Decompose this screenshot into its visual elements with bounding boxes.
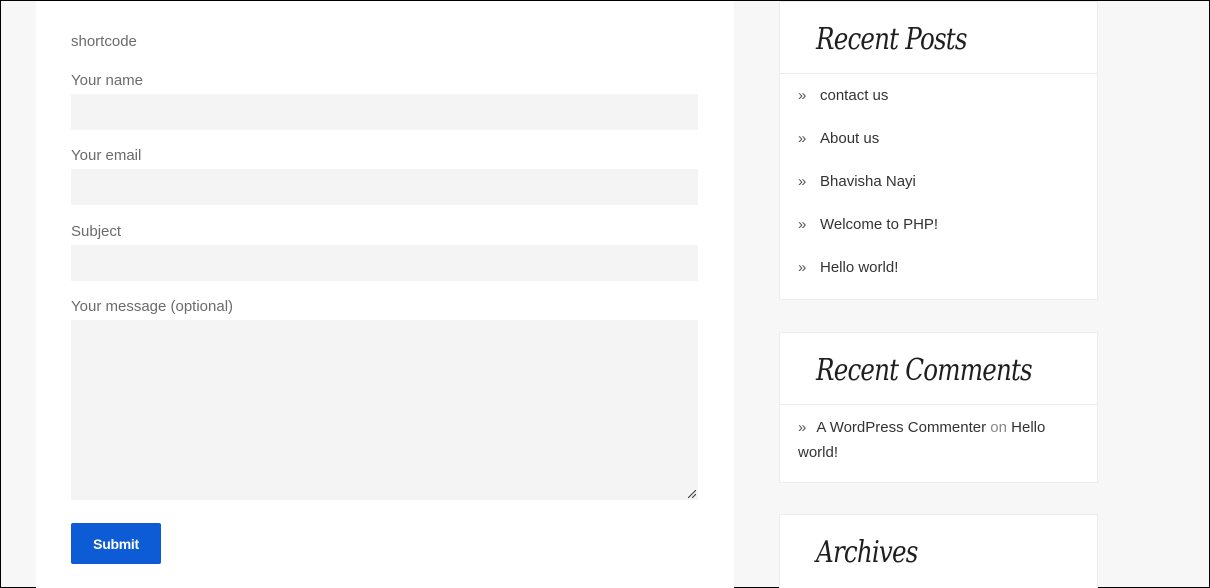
chevron-double-right-icon: »	[798, 130, 807, 147]
subject-field[interactable]	[71, 245, 698, 281]
submit-button[interactable]: Submit	[71, 523, 161, 564]
list-item[interactable]: » Welcome to PHP!	[780, 211, 1097, 254]
subject-label: Subject	[71, 223, 122, 240]
archives-title: Archives	[816, 535, 918, 570]
message-field[interactable]	[71, 320, 698, 500]
list-item[interactable]: » Bhavisha Nayi	[780, 168, 1097, 211]
post-link[interactable]: Hello world!	[820, 259, 898, 276]
name-label: Your name	[71, 72, 143, 89]
recent-posts-title: Recent Posts	[780, 2, 1097, 74]
archives-widget: Archives	[779, 514, 1098, 588]
chevron-double-right-icon: »	[798, 87, 807, 104]
chevron-double-right-icon: »	[798, 419, 807, 436]
chevron-double-right-icon: »	[798, 173, 807, 190]
recent-comments-title: Recent Comments	[780, 333, 1097, 405]
chevron-double-right-icon: »	[798, 259, 807, 276]
post-link[interactable]: contact us	[820, 87, 888, 104]
content-area: shortcode Your name Your email Subject Y…	[36, 1, 734, 588]
recent-posts-list: » contact us » About us » Bhavisha Nayi …	[780, 74, 1097, 297]
post-link[interactable]: Welcome to PHP!	[820, 216, 938, 233]
comment-entry: » A WordPress Commenter on Hello world!	[780, 405, 1097, 477]
post-link[interactable]: Bhavisha Nayi	[820, 173, 916, 190]
post-link[interactable]: About us	[820, 130, 879, 147]
email-label: Your email	[71, 147, 142, 164]
list-item[interactable]: » Hello world!	[780, 254, 1097, 297]
message-label: Your message (optional)	[71, 298, 234, 315]
list-item[interactable]: » contact us	[780, 82, 1097, 125]
shortcode-text: shortcode	[71, 33, 137, 50]
name-field[interactable]	[71, 94, 698, 130]
recent-comments-widget: Recent Comments » A WordPress Commenter o…	[779, 332, 1098, 483]
list-item[interactable]: » About us	[780, 125, 1097, 168]
resize-grip-icon[interactable]	[688, 490, 696, 498]
chevron-double-right-icon: »	[798, 216, 807, 233]
comment-on-text: on	[990, 419, 1007, 436]
email-field[interactable]	[71, 169, 698, 205]
recent-posts-widget: Recent Posts » contact us » About us » B…	[779, 1, 1098, 300]
comment-author-link[interactable]: A WordPress Commenter	[816, 419, 986, 436]
